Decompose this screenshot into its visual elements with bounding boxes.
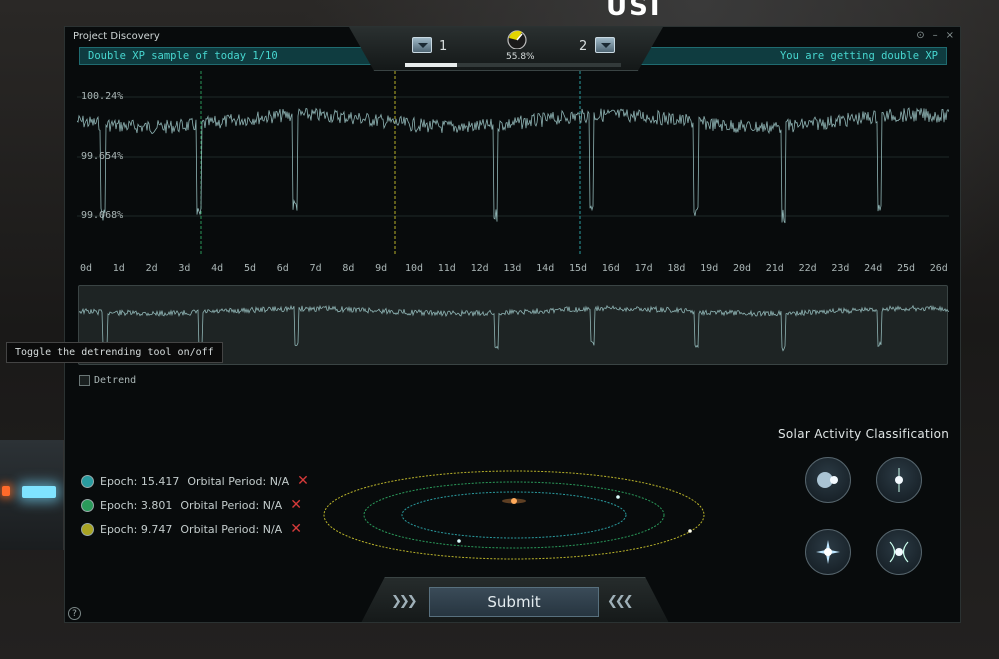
detrend-label: Detrend: [94, 375, 137, 386]
orbital-period: Orbital Period: N/A: [180, 522, 283, 536]
chevron-left-icon: ❮❮❮: [607, 594, 634, 609]
single-star-button[interactable]: [876, 457, 922, 503]
x-tick-label: 8d: [342, 263, 355, 274]
x-tick-label: 14d: [536, 263, 555, 274]
banner-sample-text: Double XP sample of today 1/10: [88, 50, 278, 62]
epoch-color-dot: [81, 498, 94, 512]
x-tick-label: 0d: [79, 263, 93, 274]
star-glow: [502, 498, 526, 504]
x-tick-label: 7d: [309, 263, 322, 274]
settings-icon[interactable]: ⊙: [916, 30, 924, 41]
x-tick-label: 3d: [178, 263, 191, 274]
epoch-value: Epoch: 15.417: [100, 474, 180, 488]
x-tick-label: 20d: [732, 263, 752, 274]
x-tick-label: 21d: [765, 263, 784, 274]
detrend-tooltip: Toggle the detrending tool on/off: [6, 342, 223, 363]
light-curve-chart[interactable]: 100.24% 99.654% 99.068%: [77, 71, 949, 291]
planet-dot: [616, 495, 620, 499]
orbit-yellow: [323, 470, 705, 560]
x-tick-label: 11d: [437, 263, 456, 274]
single-star-icon: [895, 468, 903, 492]
y-label-mid: 99.654%: [81, 151, 124, 162]
banner-status-text: You are getting double XP: [779, 50, 938, 62]
delete-epoch-icon[interactable]: ✕: [297, 473, 309, 489]
epoch-row[interactable]: Epoch: 3.801 Orbital Period: N/A ✕: [81, 493, 309, 517]
x-tick-label: 5d: [243, 263, 257, 274]
x-tick-label: 9d: [375, 263, 388, 274]
x-tick-label: 17d: [634, 263, 653, 274]
gauge-icon: [507, 30, 527, 49]
xp-progress-bar: [405, 63, 621, 67]
planet-dot: [457, 539, 461, 543]
x-tick-label: 4d: [211, 263, 224, 274]
rank-badge-icon: [412, 37, 432, 53]
detrend-toggle[interactable]: Detrend: [79, 375, 136, 386]
right-rank-count: 2: [579, 39, 588, 54]
planet-dot: [688, 529, 692, 533]
project-discovery-window: Project Discovery ⊙ – × Double XP sample…: [64, 26, 961, 623]
epoch-list: Epoch: 15.417 Orbital Period: N/A ✕ Epoc…: [81, 469, 309, 541]
x-tick-label: 25d: [896, 263, 916, 274]
flaring-star-icon: [816, 540, 840, 564]
detrend-checkbox[interactable]: [79, 375, 90, 386]
epoch-value: Epoch: 9.747: [100, 522, 173, 536]
binary-star-icon: [817, 472, 838, 488]
submit-button[interactable]: Submit: [429, 587, 599, 617]
background-light-orange: [2, 486, 10, 496]
epoch-row[interactable]: Epoch: 9.747 Orbital Period: N/A ✕: [81, 517, 309, 541]
close-icon[interactable]: ×: [946, 30, 954, 41]
pulsating-star-button[interactable]: [876, 529, 922, 575]
minimize-icon[interactable]: –: [933, 30, 938, 41]
x-tick-label: 12d: [470, 263, 489, 274]
light-curve-plot[interactable]: [77, 71, 949, 261]
background-text: USI: [606, 0, 662, 22]
x-tick-label: 22d: [798, 263, 817, 274]
xp-progress-fill: [405, 63, 457, 67]
y-label-bottom: 99.068%: [81, 210, 124, 221]
orbital-period: Orbital Period: N/A: [180, 498, 283, 512]
x-tick-label: 13d: [503, 263, 522, 274]
epoch-row[interactable]: Epoch: 15.417 Orbital Period: N/A ✕: [81, 469, 309, 493]
x-tick-label: 18d: [667, 263, 686, 274]
left-rank-count: 1: [439, 39, 448, 54]
solar-activity-title: Solar Activity Classification: [778, 427, 950, 441]
delete-epoch-icon[interactable]: ✕: [290, 497, 302, 513]
x-tick-label: 1d: [112, 263, 125, 274]
x-tick-label: 2d: [145, 263, 158, 274]
x-tick-label: 24d: [864, 263, 883, 274]
xp-percent: 55.8%: [506, 52, 535, 62]
x-tick-label: 16d: [601, 263, 620, 274]
y-label-top: 100.24%: [81, 91, 124, 102]
epoch-value: Epoch: 3.801: [100, 498, 173, 512]
flaring-star-button[interactable]: [805, 529, 851, 575]
epoch-color-dot: [81, 522, 94, 536]
binary-star-button[interactable]: [805, 457, 851, 503]
background-light: [22, 486, 56, 498]
light-curve-line: [77, 107, 949, 224]
x-tick-label: 15d: [568, 263, 588, 274]
window-controls: ⊙ – ×: [916, 30, 954, 41]
x-tick-label: 6d: [276, 263, 289, 274]
x-tick-label: 26d: [929, 263, 948, 274]
next-rank-badge-icon: [595, 37, 615, 53]
x-tick-label: 10d: [404, 263, 424, 274]
orbit-green: [363, 481, 665, 549]
x-tick-label: 19d: [700, 263, 719, 274]
orbit-diagram: [323, 470, 705, 560]
delete-epoch-icon[interactable]: ✕: [290, 521, 302, 537]
x-tick-label: 23d: [831, 263, 850, 274]
orbital-period: Orbital Period: N/A: [187, 474, 290, 488]
pulsating-star-icon: [889, 541, 909, 563]
epoch-color-dot: [81, 474, 94, 488]
help-icon[interactable]: ?: [68, 607, 81, 620]
window-title: Project Discovery: [73, 31, 160, 42]
chevron-right-icon: ❯❯❯: [391, 594, 418, 609]
